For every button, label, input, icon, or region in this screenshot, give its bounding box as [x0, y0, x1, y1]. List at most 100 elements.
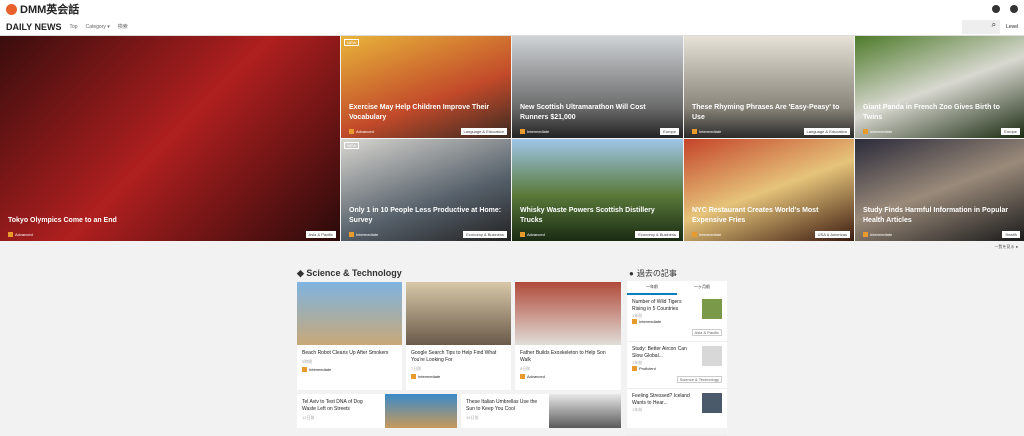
article-image — [515, 282, 621, 345]
article-title: These Rhyming Phrases Are 'Easy-Peasy' t… — [692, 104, 840, 121]
list-item[interactable]: Number of Wild Tigers Rising in 5 Countr… — [627, 295, 727, 342]
article-title: Beach Robot Cleans Up After Smokers — [302, 350, 389, 356]
article-level: Advanced — [356, 129, 374, 134]
article-thumbnail — [702, 346, 722, 366]
article-level: Intermediate — [309, 367, 332, 372]
article-title: Google Search Tips to Help Find What You… — [411, 350, 497, 363]
article-tag[interactable]: Health — [1002, 231, 1020, 238]
nav-top[interactable]: Top — [70, 24, 78, 30]
article-card[interactable]: These Italian Umbrellas Use the Sun to K… — [461, 394, 621, 428]
logo-icon — [6, 3, 17, 15]
article-level: Intermediate — [870, 129, 893, 134]
article-level: Intermediate — [699, 232, 722, 237]
past-articles-panel: 一年前 一ヶ月前 Number of Wild Tigers Rising in … — [627, 281, 727, 436]
article-level: Intermediate — [356, 232, 379, 237]
hero-card[interactable]: New Scottish Ultramarathon Will Cost Run… — [512, 36, 683, 138]
nav-search[interactable]: 検索 — [118, 23, 128, 30]
article-title: Tel Aviv to Test DNA of Dog Waste Left o… — [302, 399, 363, 412]
article-level: Intermediate — [418, 374, 441, 379]
article-card[interactable]: Tel Aviv to Test DNA of Dog Waste Left o… — [297, 394, 457, 428]
level-icon — [632, 318, 637, 324]
new-badge: NEW — [344, 39, 360, 46]
article-tag[interactable]: Economy & Business — [463, 231, 507, 238]
hero-card[interactable]: Giant Panda in French Zoo Gives Birth to… — [855, 36, 1024, 138]
article-image — [406, 282, 511, 345]
level-icon — [692, 232, 697, 237]
page-title: DAILY NEWS — [6, 21, 62, 32]
article-tag[interactable]: USA & Americas — [814, 231, 850, 238]
article-title: Giant Panda in French Zoo Gives Birth to… — [863, 104, 1000, 121]
article-level: Intermediate — [527, 129, 550, 134]
article-title: Whisky Waste Powers Scottish Distillery … — [520, 207, 655, 224]
level-icon — [8, 232, 13, 237]
list-item[interactable]: Feeling Stressed? Iceland Wants to Hear.… — [627, 389, 727, 436]
article-title: Number of Wild Tigers Rising in 5 Countr… — [632, 299, 682, 312]
level-icon — [632, 365, 637, 371]
article-card[interactable]: Google Search Tips to Help Find What You… — [406, 282, 511, 390]
tab-one-month[interactable]: 一ヶ月前 — [677, 281, 727, 295]
level-select[interactable]: Level — [1006, 24, 1018, 30]
article-tag[interactable]: Language & Education — [460, 128, 507, 135]
article-level: Proficient — [639, 365, 656, 371]
article-card[interactable]: Beach Robot Cleans Up After Smokers 9時間 In… — [297, 282, 402, 390]
clock-icon: ● — [629, 269, 634, 278]
hero-card[interactable]: NYC Restaurant Creates World's Most Expe… — [684, 139, 854, 241]
article-title: Feeling Stressed? Iceland Wants to Hear.… — [632, 393, 690, 406]
article-tag[interactable]: Europe — [1001, 128, 1020, 135]
article-level: Intermediate — [699, 129, 722, 134]
article-thumbnail — [702, 393, 722, 413]
section-title: Science & Technology — [306, 268, 402, 278]
article-tag[interactable]: Language & Education — [803, 128, 850, 135]
level-icon — [349, 129, 354, 134]
article-level: Intermediate — [639, 318, 662, 324]
article-title: Tokyo Olympics Come to an End — [8, 216, 117, 224]
article-level: Advanced — [15, 232, 33, 237]
article-title: New Scottish Ultramarathon Will Cost Run… — [520, 104, 646, 121]
see-all-link[interactable]: 一覧を見る ● — [0, 241, 1024, 253]
article-image — [385, 394, 457, 428]
level-icon — [863, 129, 868, 134]
new-badge: NEW — [344, 142, 360, 149]
tab-one-year[interactable]: 一年前 — [627, 281, 677, 295]
article-image — [549, 394, 621, 428]
hero-card[interactable]: Study Finds Harmful Information in Popul… — [855, 139, 1024, 241]
article-title: Exercise May Help Children Improve Their… — [349, 104, 490, 121]
article-title: Only 1 in 10 People Less Productive at H… — [349, 207, 502, 224]
level-icon — [863, 232, 868, 237]
article-tag[interactable]: Europe — [660, 128, 679, 135]
level-icon — [520, 129, 525, 134]
hero-card[interactable]: Tokyo Olympics Come to an End Advanced A… — [0, 36, 340, 241]
article-level: Intermediate — [870, 232, 893, 237]
search-input[interactable]: ⌕ — [962, 19, 1001, 34]
level-icon — [302, 367, 307, 372]
article-thumbnail — [702, 299, 722, 319]
article-level: Advanced — [527, 232, 545, 237]
article-tag[interactable]: Science & Technology — [676, 376, 722, 383]
article-title: NYC Restaurant Creates World's Most Expe… — [692, 207, 819, 224]
article-level: Advanced — [527, 374, 545, 379]
article-card[interactable]: Father Builds Exoskeleton to Help Son Wa… — [515, 282, 621, 390]
hero-card[interactable]: Whisky Waste Powers Scottish Distillery … — [512, 139, 683, 241]
article-title: Study: Better Aircon Can Slow Global... — [632, 346, 687, 359]
tag-icon: ◆ — [297, 268, 307, 278]
article-title: Study Finds Harmful Information in Popul… — [863, 207, 1009, 224]
level-icon — [520, 232, 525, 237]
user-icon[interactable] — [1010, 5, 1018, 13]
globe-icon[interactable] — [992, 5, 1000, 13]
brand-logo[interactable]: DMM英会話 — [6, 1, 79, 17]
hero-card[interactable]: NEW Exercise May Help Children Improve T… — [341, 36, 511, 138]
article-title: These Italian Umbrellas Use the Sun to K… — [466, 399, 538, 412]
article-tag[interactable]: Asia & Pacific — [305, 231, 336, 238]
article-tag[interactable]: Asia & Pacific — [691, 329, 722, 336]
level-icon — [520, 374, 525, 379]
article-tag[interactable]: Economy & Business — [635, 231, 679, 238]
level-icon — [349, 232, 354, 237]
nav-category[interactable]: Category ▾ — [86, 24, 110, 30]
hero-card[interactable]: These Rhyming Phrases Are 'Easy-Peasy' t… — [684, 36, 854, 138]
nav-bar: DAILY NEWS Top Category ▾ 検索 ⌕ Level — [0, 18, 1024, 36]
level-icon — [692, 129, 697, 134]
level-icon — [411, 374, 416, 379]
hero-card[interactable]: NEW Only 1 in 10 People Less Productive … — [341, 139, 511, 241]
list-item[interactable]: Study: Better Aircon Can Slow Global... 1… — [627, 342, 727, 389]
search-icon: ⌕ — [991, 19, 997, 29]
